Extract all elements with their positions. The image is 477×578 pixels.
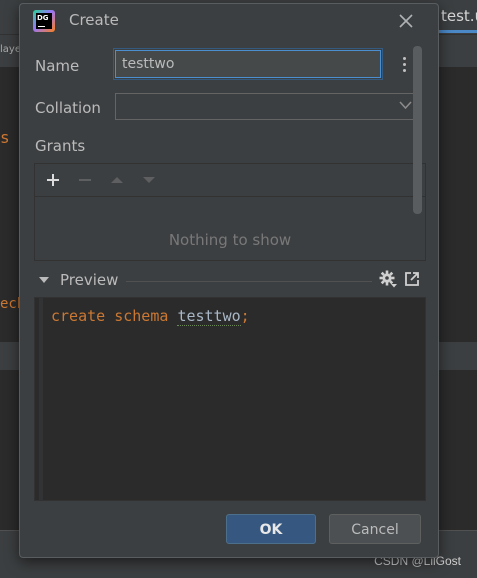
grants-table: Nothing to show [34, 163, 426, 261]
cancel-button[interactable]: Cancel [329, 514, 421, 544]
grants-label: Grants [35, 137, 86, 155]
name-input[interactable] [113, 48, 383, 80]
more-vertical-icon[interactable] [400, 56, 408, 74]
dialog-title: Create [69, 11, 119, 29]
empty-state-text: Nothing to show [168, 231, 292, 249]
grants-toolbar [35, 164, 425, 197]
collation-select[interactable] [115, 93, 419, 120]
sql-preview-editor[interactable]: create schema testtwo; [34, 297, 426, 501]
sql-terminator: ; [240, 307, 250, 325]
triangle-down-icon[interactable] [39, 277, 49, 284]
datagrip-logo-icon: DG [33, 10, 55, 32]
collation-label: Collation [35, 99, 101, 117]
close-icon[interactable] [397, 12, 415, 30]
code-line: create schema testtwo; [51, 307, 250, 326]
name-label: Name [35, 57, 80, 75]
logo-letters: DG [37, 14, 49, 22]
preview-header: Preview [34, 267, 424, 295]
arrow-down-icon[interactable] [141, 172, 157, 188]
sql-identifier: testtwo [177, 307, 241, 326]
create-schema-dialog: DG Create Name Collation Grants [19, 3, 439, 558]
sql-keyword: create [51, 307, 106, 325]
separator [126, 281, 372, 282]
toolbar-fragment: laye [0, 44, 21, 55]
editor-tab-test[interactable]: test.u [441, 7, 477, 25]
external-link-icon[interactable] [404, 271, 420, 287]
chevron-down-icon [399, 101, 412, 110]
minus-icon[interactable] [77, 172, 93, 188]
editor-gutter [39, 298, 43, 500]
ok-button[interactable]: OK [226, 514, 316, 544]
plus-icon[interactable] [45, 172, 61, 188]
active-tab-indicator [436, 30, 477, 33]
dialog-scrollbar[interactable] [413, 46, 422, 214]
arrow-up-icon[interactable] [109, 172, 125, 188]
sql-keyword: schema [114, 307, 169, 325]
preview-toggle[interactable]: Preview [60, 271, 118, 289]
gear-icon[interactable] [378, 269, 398, 289]
